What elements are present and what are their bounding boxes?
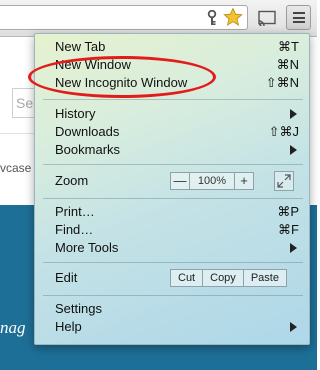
cut-button[interactable]: Cut xyxy=(171,270,202,286)
menu-item-more-tools[interactable]: More Tools xyxy=(55,239,299,257)
menu-item-shortcut: ⌘N xyxy=(276,57,299,72)
menu-item-edit: Edit xyxy=(55,269,145,287)
cast-icon[interactable] xyxy=(257,10,277,26)
submenu-arrow-icon xyxy=(290,322,297,332)
menu-separator xyxy=(43,198,303,199)
menu-item-label: New Incognito Window xyxy=(55,75,188,90)
fullscreen-icon[interactable] xyxy=(274,171,294,191)
menu-item-new-window[interactable]: New Window ⌘N xyxy=(55,56,299,74)
fullscreen-arrows-icon xyxy=(277,174,291,188)
hamburger-menu-icon[interactable] xyxy=(286,5,311,30)
menu-separator xyxy=(43,295,303,296)
menu-separator xyxy=(43,99,303,100)
menu-item-shortcut: ⌘F xyxy=(278,222,299,237)
menu-item-find[interactable]: Find… ⌘F xyxy=(55,221,299,239)
zoom-control: — 100% + xyxy=(170,172,254,190)
menu-item-downloads[interactable]: Downloads ⇧⌘J xyxy=(55,123,299,141)
menu-item-label: Settings xyxy=(55,301,102,316)
menu-item-shortcut: ⇧⌘N xyxy=(265,75,299,90)
zoom-level: 100% xyxy=(197,175,227,187)
menu-item-label: New Tab xyxy=(55,39,106,54)
star-icon[interactable] xyxy=(223,7,243,27)
menu-item-bookmarks[interactable]: Bookmarks xyxy=(55,141,299,159)
menu-item-new-tab[interactable]: New Tab ⌘T xyxy=(55,38,299,56)
menu-separator xyxy=(43,262,303,263)
submenu-arrow-icon xyxy=(290,109,297,119)
menu-item-print[interactable]: Print… ⌘P xyxy=(55,203,299,221)
chrome-main-menu: New Tab ⌘T New Window ⌘N New Incognito W… xyxy=(34,33,310,345)
key-icon[interactable] xyxy=(206,10,218,26)
menu-item-history[interactable]: History xyxy=(55,105,299,123)
menu-item-help[interactable]: Help xyxy=(55,318,299,336)
menu-item-label: New Window xyxy=(55,57,131,72)
menu-item-label: Print… xyxy=(55,204,95,219)
edit-button-group: Cut Copy Paste xyxy=(170,269,287,287)
menu-item-shortcut: ⌘T xyxy=(278,39,299,54)
submenu-arrow-icon xyxy=(290,145,297,155)
page-hero-text-fragment: nag xyxy=(0,318,26,337)
submenu-arrow-icon xyxy=(290,243,297,253)
menu-item-label: Zoom xyxy=(55,173,89,188)
menu-item-zoom: Zoom xyxy=(55,172,145,190)
menu-item-label: More Tools xyxy=(55,240,119,255)
menu-item-settings[interactable]: Settings xyxy=(55,300,299,318)
menu-separator xyxy=(43,164,303,165)
zoom-out-button[interactable]: — xyxy=(171,173,190,189)
menu-item-shortcut: ⌘P xyxy=(277,204,299,219)
menu-item-label: Edit xyxy=(55,270,78,285)
menu-item-label: Downloads xyxy=(55,124,120,139)
menu-item-label: Bookmarks xyxy=(55,142,121,157)
page-text-fragment: vcase xyxy=(0,161,32,175)
copy-button[interactable]: Copy xyxy=(202,270,243,286)
menu-item-label: History xyxy=(55,106,96,121)
menu-item-label: Help xyxy=(55,319,82,334)
zoom-in-button[interactable]: + xyxy=(234,173,253,189)
paste-button[interactable]: Paste xyxy=(242,270,286,286)
menu-item-shortcut: ⇧⌘J xyxy=(268,124,299,139)
menu-item-label: Find… xyxy=(55,222,94,237)
browser-toolbar xyxy=(0,0,317,37)
menu-item-new-incognito-window[interactable]: New Incognito Window ⇧⌘N xyxy=(55,74,299,92)
